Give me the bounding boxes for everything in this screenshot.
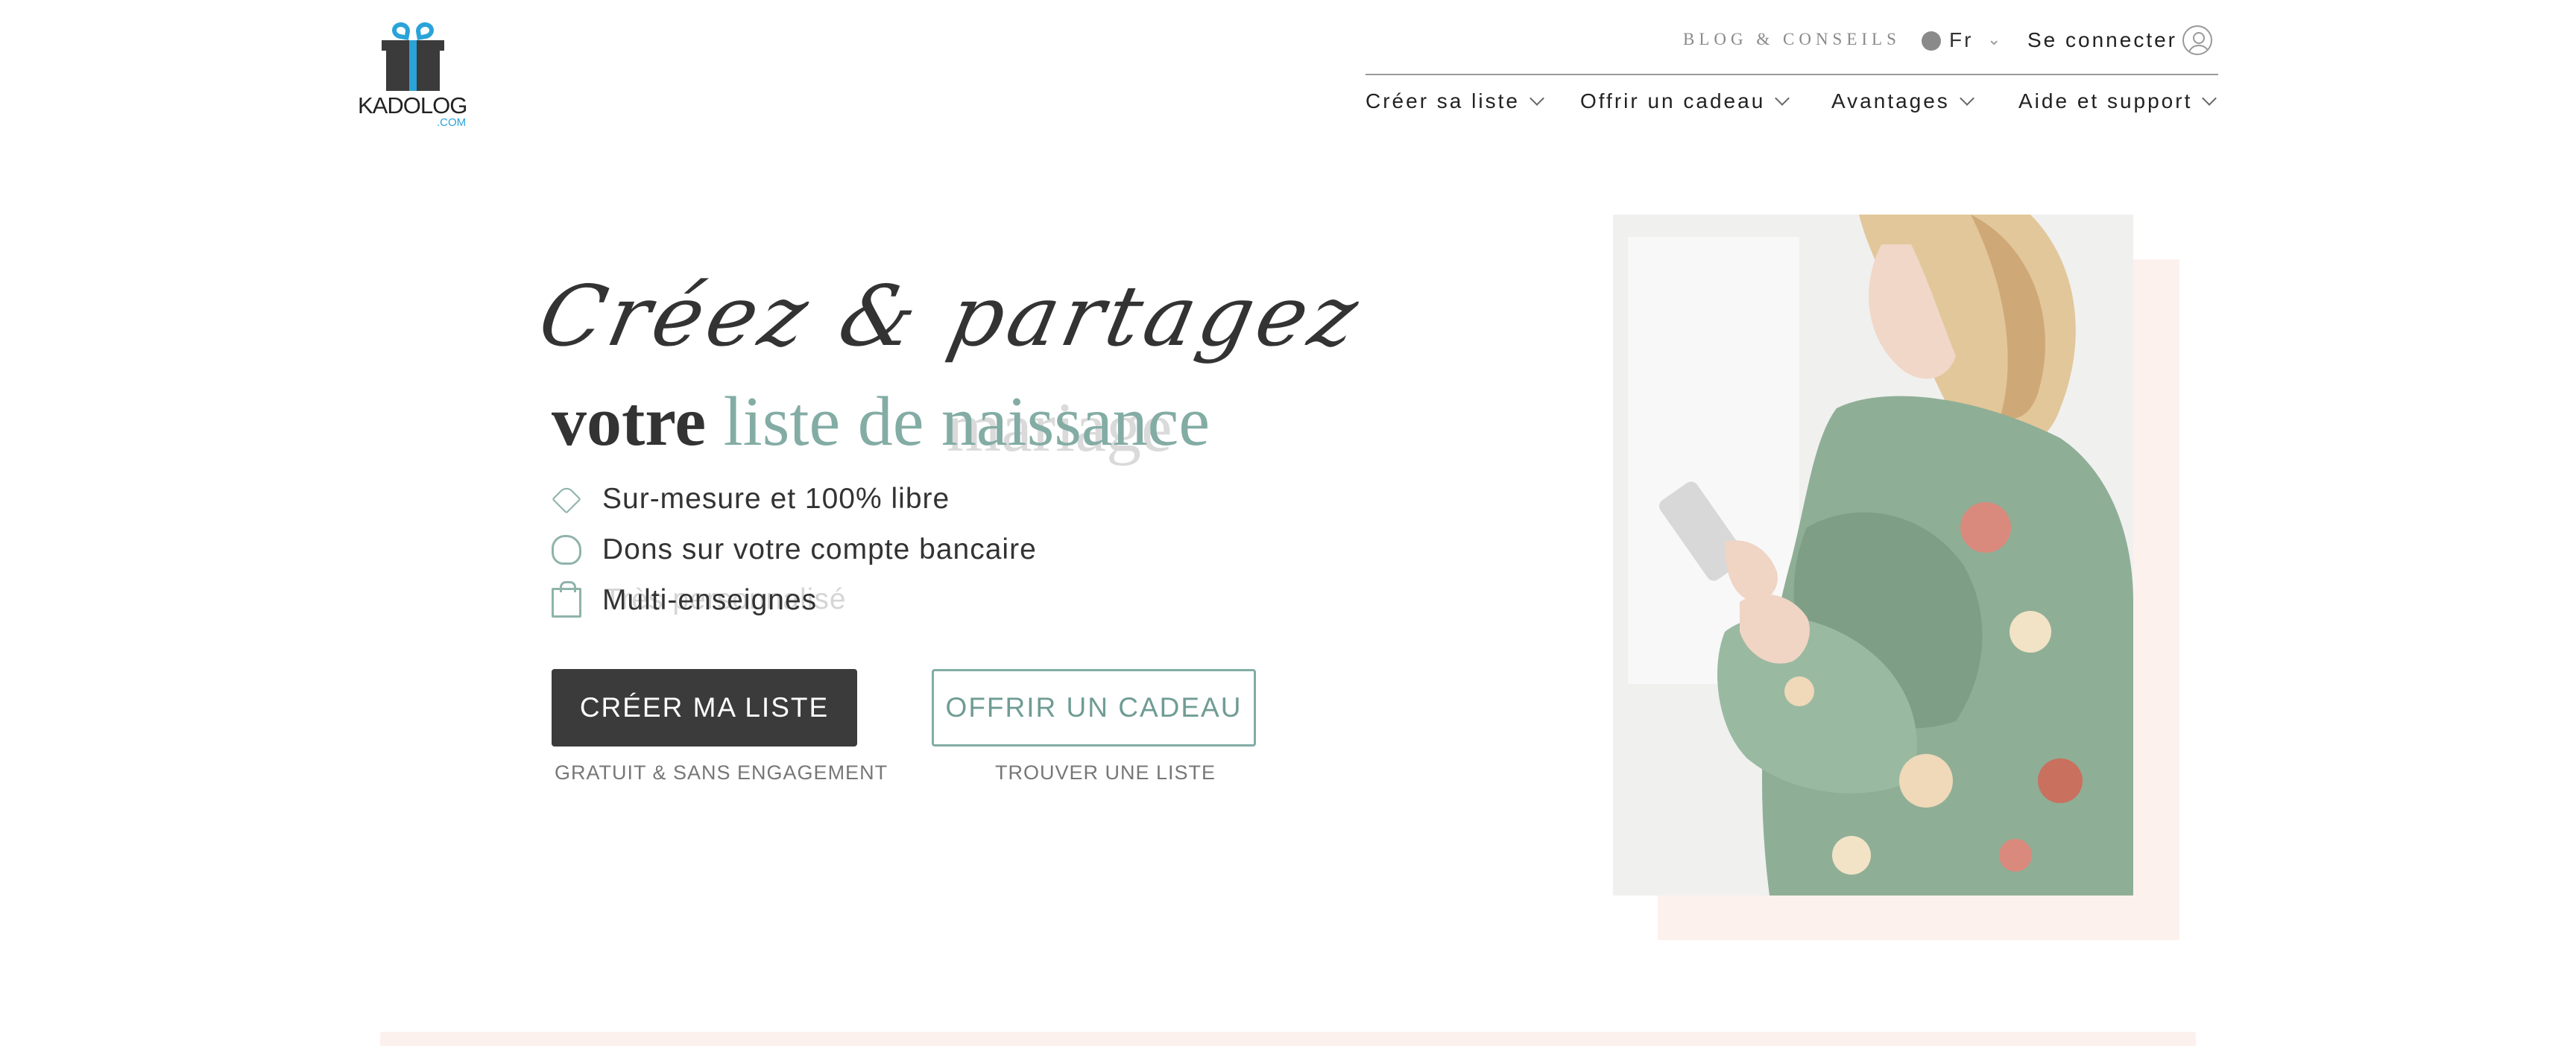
hero-title-strong: votre [552,383,707,460]
offer-gift-button[interactable]: OFFRIR UN CADEAU [932,669,1256,747]
hero-title-accent: liste de naissance [723,383,1210,460]
nav-advantages-label: Avantages [1831,89,1950,112]
chevron-down-icon[interactable]: ⌄ [1987,30,2001,49]
nav-help-support[interactable]: Aide et support [2018,89,2217,113]
nav-create-list[interactable]: Créer sa liste [1366,89,1544,113]
header-divider [1366,74,2218,75]
chevron-down-icon [2202,91,2217,106]
shopping-bag-icon [552,581,581,618]
nav-create-list-label: Créer sa liste [1366,89,1520,112]
feature-item: Multi-enseignes [552,581,818,618]
find-list-link[interactable]: TROUVER UNE LISTE [995,761,1216,785]
hero-photo [1613,215,2133,896]
tag-icon [552,484,581,514]
woman-with-phone-illustration [1613,215,2133,896]
brand-name: KADOLOG [358,92,467,118]
chevron-down-icon [1530,91,1544,106]
language-selector[interactable]: Fr [1949,28,1973,52]
globe-icon [1922,31,1941,51]
blog-link[interactable]: BLOG & CONSEILS [1683,30,1901,49]
chevron-down-icon [1959,91,1974,106]
feature-item: Sur-mesure et 100% libre [552,483,950,516]
user-icon[interactable] [2182,25,2212,55]
kadolog-logo[interactable]: KADOLOG .COM [356,18,476,129]
piggy-bank-icon [552,535,581,565]
gift-bow-left [391,21,411,40]
create-list-button[interactable]: CRÉER MA LISTE [552,669,857,747]
brand-suffix: .COM [437,116,467,129]
feature-item: Dons sur votre compte bancaire [552,533,1037,566]
gift-bow-right [414,21,435,40]
nav-offer-gift[interactable]: Offrir un cadeau [1580,89,1790,113]
nav-offer-gift-label: Offrir un cadeau [1580,89,1766,112]
nav-advantages[interactable]: Avantages [1831,89,1974,113]
hero-script-heading: Créez & partagez [531,268,1371,365]
feature-text: Multi-enseignes [602,584,818,616]
login-link[interactable]: Se connecter [2027,28,2177,52]
nav-help-support-label: Aide et support [2018,89,2193,112]
feature-text: Sur-mesure et 100% libre [602,483,950,515]
section-strip [380,1032,2196,1046]
hero-title: votre liste de naissance [552,381,1210,462]
feature-text: Dons sur votre compte bancaire [602,533,1037,565]
chevron-down-icon [1775,91,1790,106]
create-list-subtext: GRATUIT & SANS ENGAGEMENT [555,761,888,784]
gift-ribbon [409,40,417,91]
